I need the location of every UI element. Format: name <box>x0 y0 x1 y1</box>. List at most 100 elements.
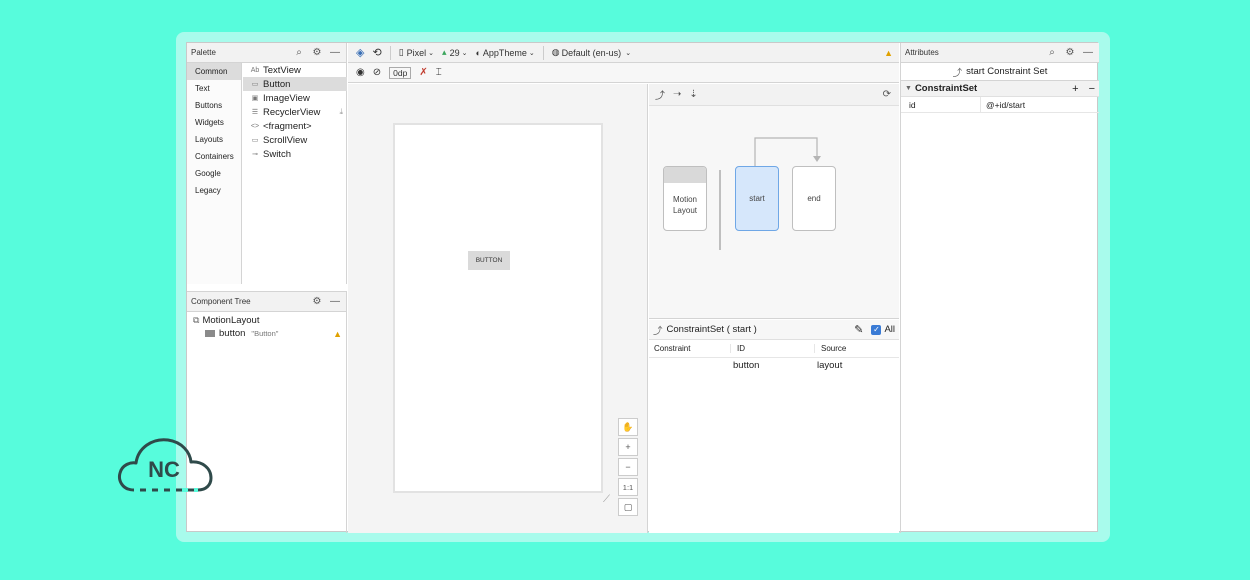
widget-recyclerview[interactable]: ☰ RecyclerView ⤓ <box>243 105 347 119</box>
theme-selector[interactable]: ◐ AppTheme ⌄ <box>475 48 534 58</box>
state-start[interactable]: start <box>735 166 779 231</box>
default-margin-button[interactable]: 0dp <box>389 66 412 79</box>
layers-icon[interactable]: ◈ <box>356 46 364 59</box>
widget-button[interactable]: ▭ Button <box>243 77 347 91</box>
toolbar-divider <box>389 45 391 60</box>
chevron-down-icon: ⌄ <box>428 49 435 57</box>
list-icon: ☰ <box>251 109 259 116</box>
device-selector[interactable]: ▯ Pixel ⌄ <box>399 47 434 58</box>
pencil-icon[interactable]: ✎ <box>854 323 863 336</box>
image-icon: ▣ <box>251 95 259 102</box>
tree-node-motionlayout[interactable]: ⧉ MotionLayout <box>187 314 346 327</box>
magnet-off-icon[interactable]: ⊘ <box>373 67 381 78</box>
category-buttons[interactable]: Buttons <box>187 97 241 114</box>
zoom-in-button[interactable]: + <box>618 438 638 456</box>
zoom-controls: ✋ + − 1:1 ▢ <box>618 418 638 518</box>
widget-label: RecyclerView <box>263 106 321 118</box>
orientation-icon[interactable]: ⟲ <box>372 46 381 59</box>
widget-fragment[interactable]: <> <fragment> <box>243 119 347 133</box>
attributes-title: Attributes <box>905 48 939 57</box>
constraintset-title: ConstraintSet ( start ) <box>666 324 757 335</box>
minimize-icon[interactable]: — <box>328 295 342 309</box>
category-containers[interactable]: Containers <box>187 148 241 165</box>
motion-layout-icon: ⧉ <box>193 315 200 325</box>
column-id: ID <box>731 344 815 353</box>
all-checkbox[interactable]: ✓ <box>871 324 882 335</box>
guidelines-icon[interactable]: ⌶ <box>436 67 442 78</box>
cycle-icon[interactable]: ⟳ <box>883 89 891 100</box>
add-icon[interactable]: + <box>1072 83 1078 95</box>
category-text[interactable]: Text <box>187 80 241 97</box>
pan-icon[interactable]: ✋ <box>618 418 638 436</box>
remove-icon[interactable]: − <box>1089 83 1095 95</box>
locale-selector[interactable]: ◍ Default (en-us) ⌄ <box>552 47 631 58</box>
android-studio-window: Palette ⌕ ⚙ — Common Text Buttons Widget… <box>186 42 1099 533</box>
create-constraintset-icon[interactable]: ⤴ <box>655 87 665 102</box>
design-toolbar: ◈ ⟲ ▯ Pixel ⌄ ▴ 29 ⌄ ◐ AppTheme ⌄ ◍ Defa… <box>348 43 899 63</box>
table-row[interactable]: button layout <box>649 358 899 372</box>
nc-cloud-logo: NC <box>118 438 213 492</box>
attributes-panel: Attributes ⌕ ⚙ — ⤴ start Constraint Set … <box>900 43 1099 533</box>
constraintset-section[interactable]: ▼ ConstraintSet + − <box>901 81 1099 97</box>
tree-node-label: MotionLayout <box>202 315 260 326</box>
constraintset-icon: ⤴ <box>653 325 663 337</box>
widget-label: ScrollView <box>263 134 308 146</box>
palette-panel: Palette ⌕ ⚙ — Common Text Buttons Widget… <box>187 43 347 284</box>
category-common[interactable]: Common <box>187 63 241 80</box>
tree-node-button[interactable]: button "Button" ▲ <box>187 327 346 340</box>
create-transition-icon[interactable]: ➝ <box>673 89 681 100</box>
button-icon <box>205 330 215 337</box>
search-icon[interactable]: ⌕ <box>1045 46 1059 60</box>
minimize-icon[interactable]: — <box>1081 46 1095 60</box>
preview-button[interactable]: BUTTON <box>468 251 510 270</box>
resize-handle-icon[interactable]: ⟋ <box>603 494 610 505</box>
api-selector[interactable]: ▴ 29 ⌄ <box>442 47 467 58</box>
device-preview[interactable]: BUTTON <box>393 123 603 493</box>
design-canvas[interactable]: BUTTON ✋ + − 1:1 ▢ ⟋ <box>348 84 648 533</box>
gear-icon[interactable]: ⚙ <box>1063 46 1077 60</box>
warning-icon[interactable]: ▲ <box>333 329 342 339</box>
warning-icon[interactable]: ▲ <box>884 48 893 58</box>
state-motion-layout[interactable]: Motion Layout <box>663 166 707 231</box>
attribute-row-id[interactable]: id @+id/start <box>901 96 1099 113</box>
gear-icon[interactable]: ⚙ <box>310 46 324 60</box>
constraintset-panel: ⤴ ConstraintSet ( start ) ✎ ✓ All Constr… <box>649 320 899 533</box>
constraintset-columns: Constraint ID Source <box>649 340 899 358</box>
clear-constraints-icon[interactable]: ✗ <box>419 67 427 78</box>
chevron-down-icon: ⌄ <box>625 49 632 57</box>
category-widgets[interactable]: Widgets <box>187 114 241 131</box>
category-google[interactable]: Google <box>187 165 241 182</box>
palette-title: Palette <box>191 48 216 57</box>
motion-toolbar: ⤴ ➝ ⇣ ⟳ <box>649 84 899 106</box>
constraintset-icon: ⤴ <box>952 67 963 79</box>
widget-switch[interactable]: ⊸ Switch <box>243 147 347 161</box>
column-constraint: Constraint <box>649 344 731 353</box>
tree-node-label: button <box>219 328 246 339</box>
tree-node-text: "Button" <box>251 329 279 338</box>
widget-imageview[interactable]: ▣ ImageView <box>243 91 347 105</box>
widget-label: Button <box>263 78 291 90</box>
widget-label: Switch <box>263 148 291 160</box>
category-legacy[interactable]: Legacy <box>187 182 241 199</box>
zoom-reset-button[interactable]: 1:1 <box>618 478 638 496</box>
minimize-icon[interactable]: — <box>328 46 342 60</box>
api-label: 29 <box>449 47 460 58</box>
zoom-fit-icon[interactable]: ▢ <box>618 498 638 516</box>
motion-editor-overview: ⤴ ➝ ⇣ ⟳ Motion Layout start end <box>649 84 899 319</box>
create-click-handler-icon[interactable]: ⇣ <box>689 89 697 100</box>
gear-icon[interactable]: ⚙ <box>310 295 324 309</box>
eye-icon[interactable]: ◉ <box>356 67 365 78</box>
text-icon: Ab <box>250 66 260 74</box>
attribute-value[interactable]: @+id/start <box>981 100 1025 110</box>
search-icon[interactable]: ⌕ <box>292 46 306 60</box>
category-layouts[interactable]: Layouts <box>187 131 241 148</box>
chevron-down-icon: ▼ <box>905 85 912 92</box>
download-icon[interactable]: ⤓ <box>339 107 343 117</box>
widget-label: ImageView <box>263 92 310 104</box>
zoom-out-button[interactable]: − <box>618 458 638 476</box>
state-end[interactable]: end <box>792 166 836 231</box>
component-tree-panel: Component Tree ⚙ — ⧉ MotionLayout button… <box>187 291 347 533</box>
widget-scrollview[interactable]: ▭ ScrollView <box>243 133 347 147</box>
widget-label: <fragment> <box>263 120 312 132</box>
widget-textview[interactable]: Ab TextView <box>243 63 347 77</box>
